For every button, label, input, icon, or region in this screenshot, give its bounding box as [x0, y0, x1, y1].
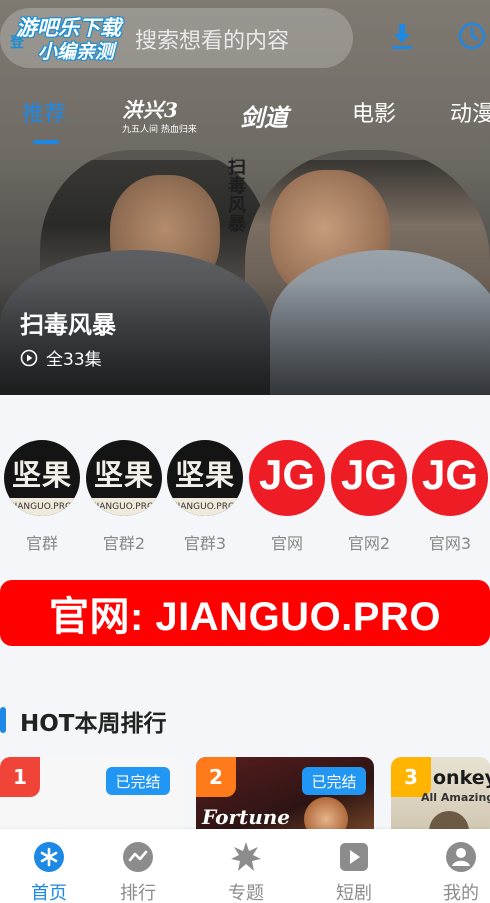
tab-movie[interactable]: 电影 — [352, 96, 396, 128]
featured-episodes: 全33集 — [20, 345, 102, 370]
watermark-logo: 登 游吧乐下载 小编亲测 — [8, 10, 148, 63]
shortcut-group-2[interactable]: 坚果 JIANGUO.PRO 官群2 — [86, 440, 162, 554]
nav-profile[interactable]: 我的 — [412, 829, 490, 903]
tab-hongxing3-sub: 九五人间 热血归来 — [122, 125, 197, 135]
avatar: 坚果 JIANGUO.PRO — [4, 440, 80, 516]
poster-vertical-title: 扫毒风暴 — [228, 157, 246, 235]
avatar: JG — [331, 440, 407, 516]
nav-short-drama[interactable]: 短剧 — [305, 829, 403, 903]
search-placeholder: 搜索想看的内容 — [135, 29, 290, 54]
avatar-logo-text: 坚果 — [174, 458, 235, 492]
watermark-line2: 小编亲测 — [38, 41, 115, 63]
rank-badge: 1 — [0, 757, 40, 797]
nav-label: 专题 — [228, 883, 264, 903]
official-site-banner[interactable]: 官网: JIANGUO.PRO — [0, 580, 490, 646]
rank-badge: 2 — [196, 757, 236, 797]
tab-jiandao[interactable]: 剑道 — [240, 98, 288, 133]
topic-burst-icon — [231, 842, 261, 871]
tab-hongxing3-logo: 洪兴3 — [122, 98, 179, 122]
avatar-caption: JIANGUO.PRO — [86, 498, 162, 516]
download-icon — [392, 24, 412, 49]
ranking-card-2[interactable]: 2 已完结 Fortune — [196, 757, 374, 837]
ranking-card-1[interactable]: 1 已完结 — [0, 757, 182, 837]
tab-recommend[interactable]: 推荐 — [22, 96, 66, 128]
avatar: 坚果 JIANGUO.PRO — [167, 440, 243, 516]
section-title: HOT本周排行 — [20, 711, 167, 737]
ranking-wave-icon — [123, 842, 153, 872]
shortcut-site-1[interactable]: JG 官网 — [249, 440, 325, 554]
avatar-logo-text: JG — [258, 451, 316, 498]
community-shortcuts: 坚果 JIANGUO.PRO 官群 坚果 JIANGUO.PRO 官群2 坚果 … — [0, 440, 490, 560]
shortcut-group-3[interactable]: 坚果 JIANGUO.PRO 官群3 — [167, 440, 243, 554]
shortcut-label: 官网3 — [428, 534, 472, 553]
avatar-caption: JIANGUO.PRO — [167, 498, 243, 516]
banner-text: 官网: JIANGUO.PRO — [49, 595, 441, 639]
avatar-logo-text: JG — [340, 451, 398, 498]
avatar: JG — [412, 440, 488, 516]
tab-hongxing3[interactable]: 洪兴3 九五人间 热血归来 — [122, 94, 197, 135]
home-star-icon — [34, 842, 64, 872]
history-button[interactable] — [456, 20, 488, 52]
short-play-icon — [340, 843, 368, 871]
avatar-caption: JIANGUO.PRO — [4, 498, 80, 516]
play-circle-icon — [20, 349, 38, 366]
avatar: 坚果 JIANGUO.PRO — [86, 440, 162, 516]
nav-label: 我的 — [443, 883, 479, 903]
episode-count: 全33集 — [46, 350, 102, 370]
status-badge: 已完结 — [302, 767, 366, 795]
nav-home[interactable]: 首页 — [0, 829, 98, 903]
nav-topic[interactable]: 专题 — [197, 829, 295, 903]
bottom-navigation: 首页 排行 专题 短剧 我的 — [0, 829, 490, 903]
ranking-card-3[interactable]: 3 onkeys All Amazing A — [391, 757, 490, 837]
avatar-logo-text: JG — [421, 451, 479, 498]
avatar-logo-text: 坚果 — [93, 458, 154, 492]
tab-anime[interactable]: 动漫 — [450, 96, 490, 128]
nav-label: 首页 — [31, 883, 67, 903]
status-badge: 已完结 — [106, 767, 170, 795]
category-tabs: 推荐 洪兴3 九五人间 热血归来 剑道 电影 动漫 — [0, 88, 490, 144]
poster-subtext: All Amazing A — [421, 791, 490, 804]
shortcut-group-1[interactable]: 坚果 JIANGUO.PRO 官群 — [4, 440, 80, 554]
shortcut-label: 官群3 — [183, 534, 227, 553]
shortcut-label: 官网2 — [347, 534, 391, 553]
history-clock-icon — [458, 22, 486, 50]
shortcut-label: 官群 — [25, 534, 58, 553]
poster-text: onkeys — [433, 767, 490, 789]
avatar: JG — [249, 440, 325, 516]
shortcut-label: 官群2 — [102, 534, 146, 553]
shortcut-site-2[interactable]: JG 官网2 — [331, 440, 407, 554]
nav-label: 短剧 — [336, 883, 372, 903]
avatar-logo-text: 坚果 — [11, 458, 72, 492]
featured-title[interactable]: 扫毒风暴 — [20, 305, 116, 340]
section-accent-bar — [0, 707, 6, 733]
nav-ranking[interactable]: 排行 — [89, 829, 187, 903]
shortcut-site-3[interactable]: JG 官网3 — [412, 440, 488, 554]
download-button[interactable] — [386, 20, 418, 52]
tab-active-indicator — [33, 140, 59, 144]
profile-icon — [446, 842, 476, 872]
nav-label: 排行 — [120, 883, 156, 903]
shortcut-label: 官网 — [270, 534, 303, 553]
poster-text: Fortune — [202, 805, 291, 829]
